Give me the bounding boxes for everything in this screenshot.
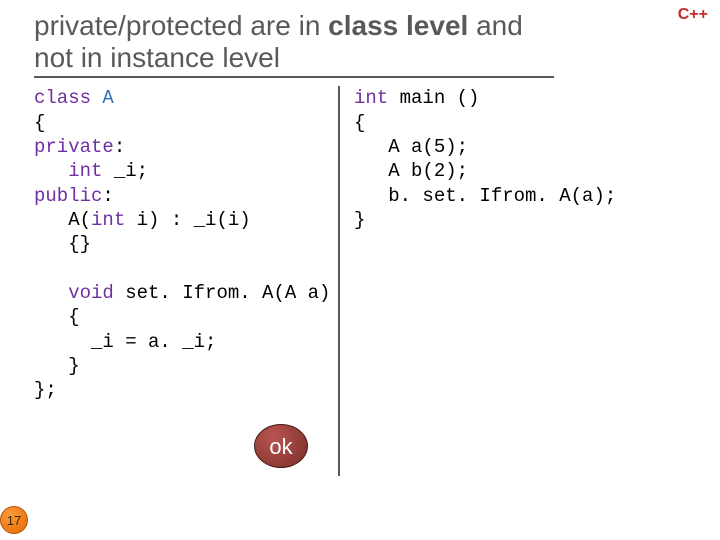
left-code-column: class A { private: int _i; public: A(int… <box>34 86 338 476</box>
code-text <box>34 282 68 304</box>
code-line: b. set. Ifrom. A(a); <box>354 185 616 207</box>
code-line: _i = a. _i; <box>34 331 216 353</box>
classname-a: A <box>91 87 114 109</box>
kw-void: void <box>68 282 114 304</box>
code-line: } <box>34 355 80 377</box>
slide: C++ private/protected are in class level… <box>0 0 720 540</box>
code-text: : <box>102 185 113 207</box>
code-line: }; <box>34 379 57 401</box>
kw-class: class <box>34 87 91 109</box>
page-number: 17 <box>0 506 28 534</box>
code-columns: class A { private: int _i; public: A(int… <box>34 86 692 476</box>
code-line: { <box>354 112 365 134</box>
code-line: { <box>34 306 80 328</box>
code-text: set. Ifrom. A(A a) <box>114 282 331 304</box>
kw-public: public <box>34 185 102 207</box>
right-code: int main () { A a(5); A b(2); b. set. If… <box>354 86 616 232</box>
code-text: main () <box>388 87 479 109</box>
kw-int: int <box>354 87 388 109</box>
code-text: A( <box>34 209 91 231</box>
right-code-column: int main () { A a(5); A b(2); b. set. If… <box>340 86 616 476</box>
title-bold: class level <box>328 10 468 41</box>
kw-private: private <box>34 136 114 158</box>
code-line: A b(2); <box>354 160 468 182</box>
code-line: A a(5); <box>354 136 468 158</box>
code-line: } <box>354 209 365 231</box>
language-badge: C++ <box>678 6 708 24</box>
kw-int: int <box>68 160 102 182</box>
code-line: {} <box>34 233 91 255</box>
code-text: : <box>114 136 125 158</box>
slide-title: private/protected are in class level and… <box>34 10 554 78</box>
code-line: { <box>34 112 45 134</box>
code-text: i) : _i(i) <box>125 209 250 231</box>
left-code: class A { private: int _i; public: A(int… <box>34 86 330 402</box>
title-pre: private/protected are in <box>34 10 328 41</box>
kw-int: int <box>91 209 125 231</box>
code-text <box>34 160 68 182</box>
code-text: _i; <box>102 160 148 182</box>
